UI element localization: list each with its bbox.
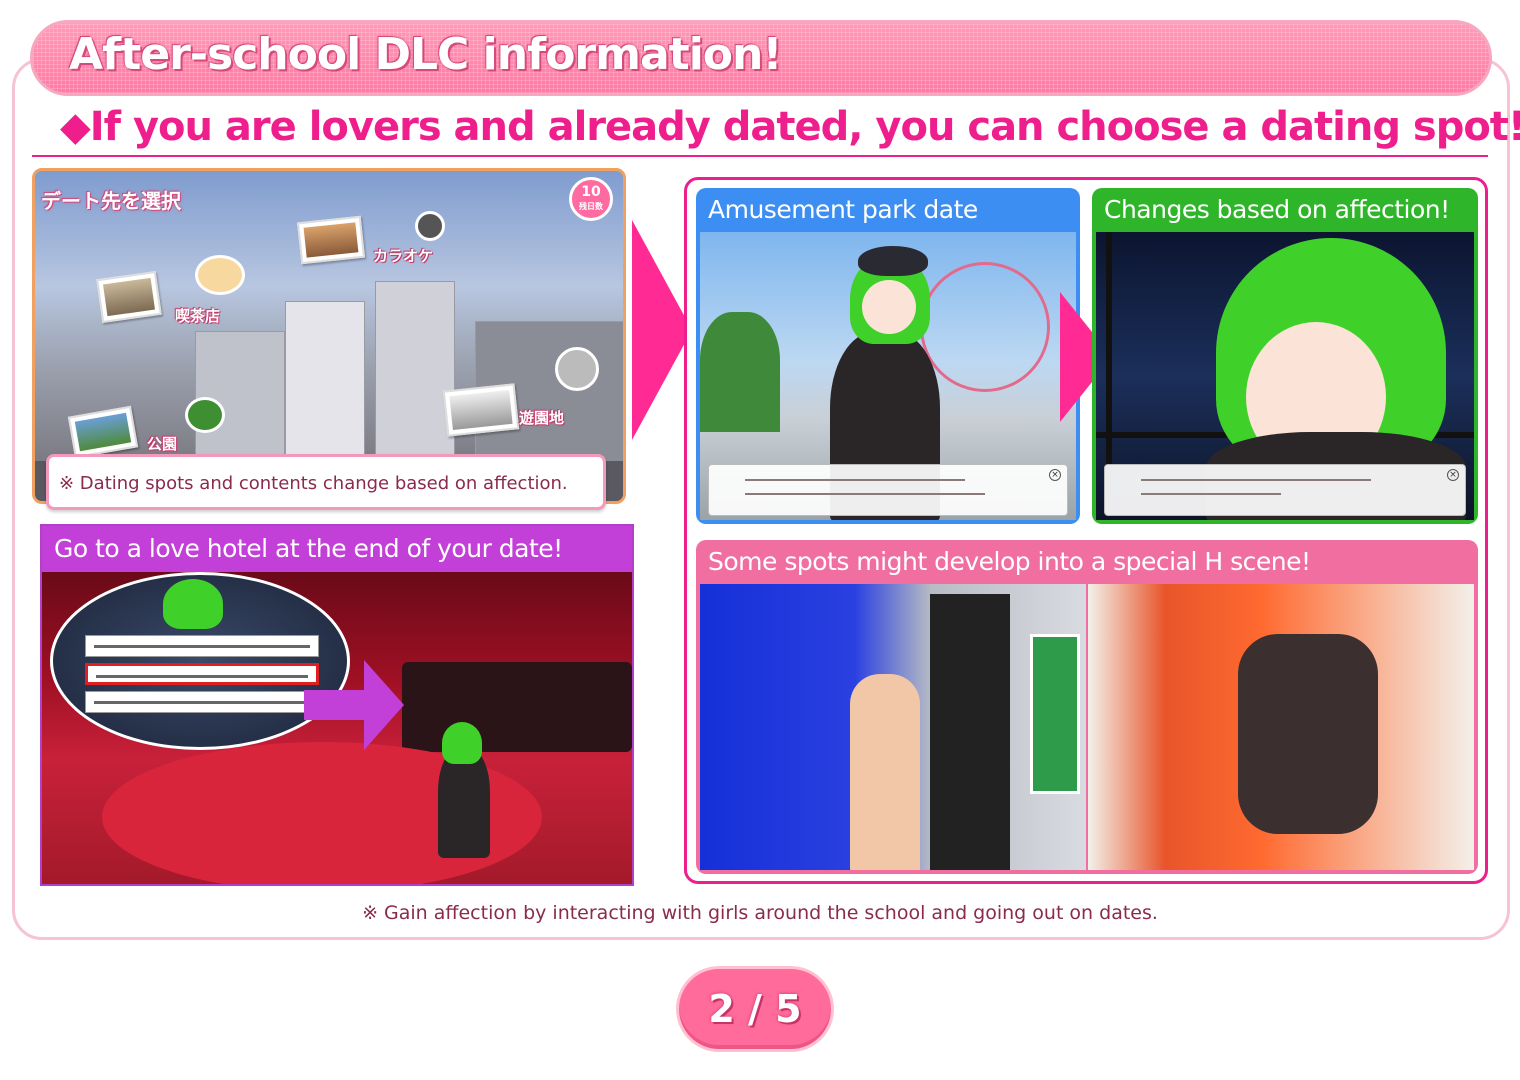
girl-face	[862, 280, 916, 334]
choice-option[interactable]	[85, 691, 319, 713]
girl-body	[438, 748, 490, 858]
karaoke-spot-card[interactable]	[296, 215, 366, 265]
dialog-text-line	[745, 493, 985, 495]
girl-hair	[442, 722, 482, 764]
special-scene-card: Some spots might develop into a special …	[696, 540, 1478, 874]
affection-note: ※ Dating spots and contents change based…	[59, 473, 568, 494]
choice-option[interactable]	[85, 635, 319, 657]
affection-title: Changes based on affection!	[1104, 195, 1450, 224]
figure	[850, 674, 920, 870]
amusement-scene: ×	[700, 232, 1076, 520]
tree-icon	[185, 397, 225, 433]
choice-text-line	[96, 675, 308, 678]
choice-text-line	[94, 645, 310, 648]
close-icon[interactable]: ×	[1447, 469, 1459, 481]
amusement-spot-card[interactable]	[442, 383, 520, 437]
choice-text-line	[94, 701, 310, 704]
choice-option-selected[interactable]	[85, 663, 319, 685]
amusement-card: Amusement park date ×	[696, 188, 1080, 524]
arrow-down-right-icon	[304, 660, 404, 750]
trees	[700, 312, 780, 432]
cafe-thumbnail	[103, 277, 155, 317]
night-scene: ×	[1096, 232, 1474, 520]
girl-hat	[858, 246, 928, 276]
karaoke-spot-label: カラオケ	[373, 247, 434, 265]
dialog-text-line	[1141, 479, 1371, 481]
days-left-badge: 10 残日数	[569, 177, 613, 221]
ferris-wheel-icon	[555, 347, 599, 391]
park-spot-card[interactable]	[67, 405, 139, 459]
train-door	[930, 594, 1010, 870]
cafe-spot-label: 喫茶店	[175, 307, 221, 325]
header-title: After-school DLC information!	[69, 29, 782, 80]
love-hotel-title: Go to a love hotel at the end of your da…	[42, 526, 632, 572]
ferris-wheel	[920, 262, 1050, 392]
headboard	[402, 662, 632, 752]
microphone-icon	[415, 211, 445, 241]
close-icon[interactable]: ×	[1049, 469, 1061, 481]
special-scene-title: Some spots might develop into a special …	[708, 547, 1311, 576]
page-indicator: 2 / 5	[676, 966, 834, 1052]
karaoke-thumbnail	[303, 222, 359, 258]
building	[285, 301, 365, 471]
love-hotel-card: Go to a love hotel at the end of your da…	[40, 524, 634, 886]
subtitle: ◆If you are lovers and already dated, yo…	[60, 104, 1520, 150]
subtitle-divider	[32, 155, 1488, 157]
room-scene	[1088, 584, 1474, 870]
amusement-spot-label: 遊園地	[519, 409, 565, 427]
train-scene	[700, 584, 1086, 870]
cake-icon	[195, 255, 245, 295]
dialog-text-line	[1141, 493, 1281, 495]
park-spot-label: 公園	[147, 435, 178, 453]
select-heading: デート先を選択	[41, 189, 181, 213]
amusement-thumbnail	[449, 389, 513, 431]
figure	[1238, 634, 1378, 834]
dialog-box: ×	[708, 464, 1068, 516]
poster	[1030, 634, 1080, 794]
dialog-text-line	[745, 479, 965, 481]
park-thumbnail	[74, 412, 132, 452]
girl-hair	[163, 579, 223, 629]
days-left-value: 10	[581, 184, 601, 200]
building	[375, 281, 455, 471]
arrow-right-icon	[632, 220, 692, 440]
cafe-spot-card[interactable]	[96, 271, 162, 323]
days-left-caption: 残日数	[579, 202, 603, 211]
affection-card: Changes based on affection! ×	[1092, 188, 1478, 524]
affection-note-box: ※ Dating spots and contents change based…	[46, 454, 606, 510]
header-bar: After-school DLC information!	[30, 20, 1492, 96]
footer-note: ※ Gain affection by interacting with gir…	[362, 902, 1158, 924]
hotel-scene	[42, 572, 632, 884]
amusement-title: Amusement park date	[708, 195, 978, 224]
dialog-box: ×	[1104, 464, 1466, 516]
